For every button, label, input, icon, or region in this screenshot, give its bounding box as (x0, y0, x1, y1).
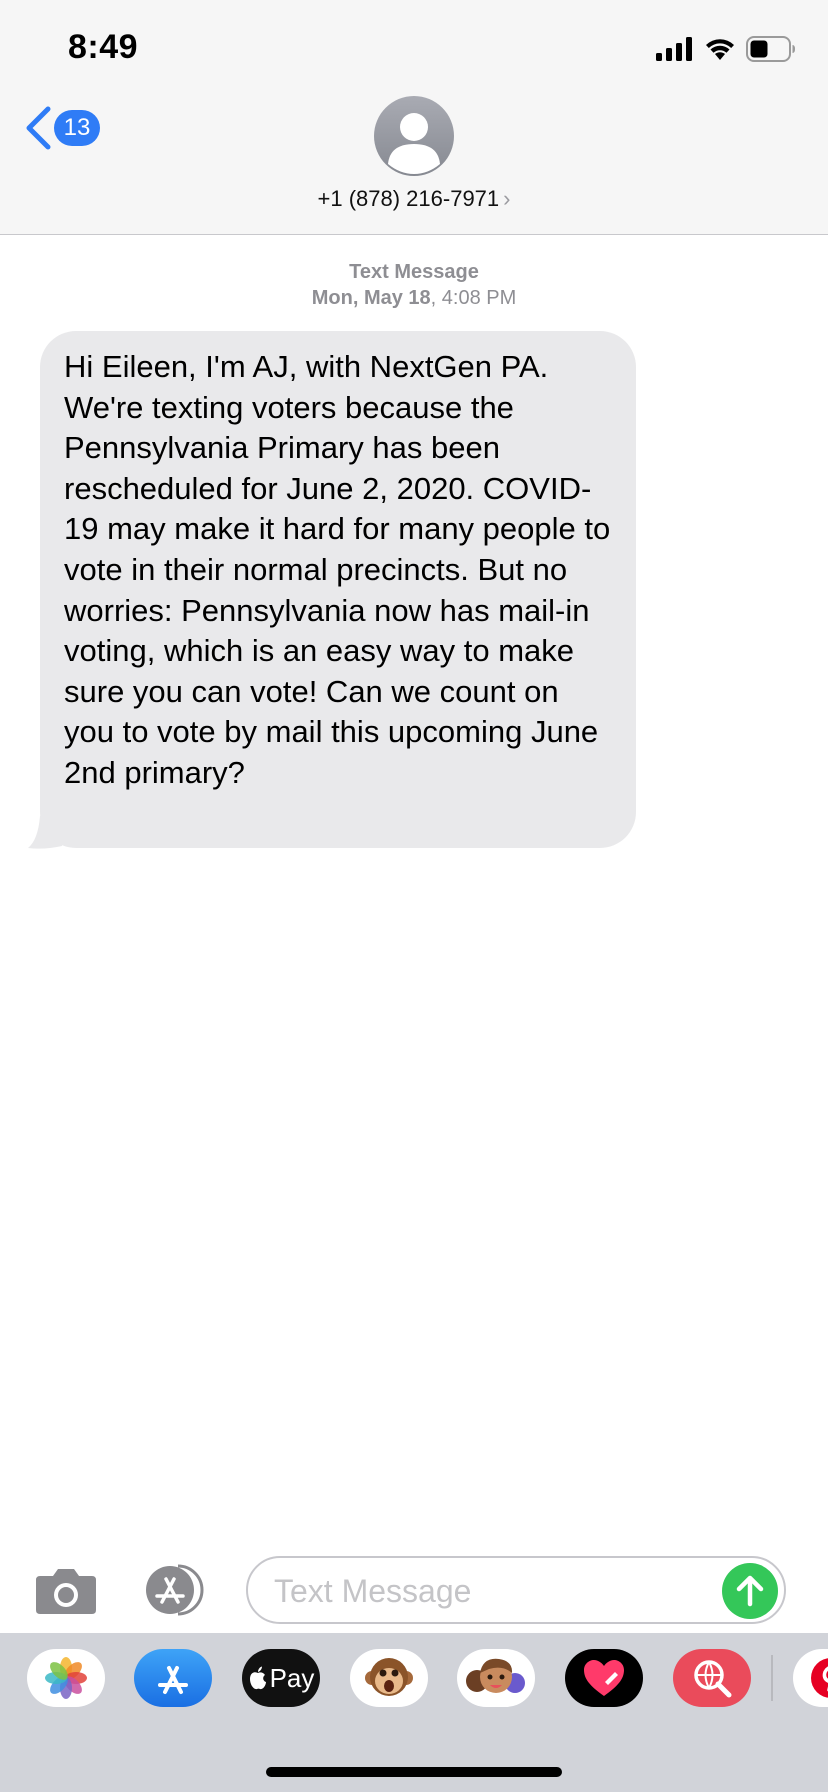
photos-icon (45, 1657, 87, 1699)
message-text: Hi Eileen, I'm AJ, with NextGen PA. We'r… (64, 349, 611, 790)
pinterest-icon (811, 1658, 828, 1698)
message-date: Mon, May 18 (311, 287, 431, 309)
app-memoji[interactable] (457, 1649, 535, 1707)
person-icon (388, 113, 440, 174)
monkey-icon (365, 1658, 413, 1696)
contact-number: +1 (878) 216-7971 (317, 186, 500, 211)
arrow-up-icon (736, 1575, 764, 1607)
memoji-icon (466, 1658, 525, 1693)
app-images-search[interactable] (673, 1649, 751, 1707)
message-composer[interactable] (246, 1556, 786, 1624)
conversation-header: 8:49 13 +1 (878) 216-7971 › (0, 0, 828, 235)
app-apple-pay[interactable]: Pay (242, 1649, 320, 1707)
app-animoji[interactable] (350, 1649, 428, 1707)
heart-icon (584, 1660, 624, 1696)
app-photos[interactable] (27, 1649, 105, 1707)
message-input[interactable] (272, 1568, 706, 1614)
app-pinterest[interactable] (793, 1649, 828, 1707)
apple-pay-label: Pay (269, 1662, 315, 1693)
wifi-icon (706, 39, 734, 60)
app-digital-touch[interactable] (565, 1649, 643, 1707)
apps-button[interactable] (140, 1562, 212, 1623)
send-button[interactable] (722, 1563, 778, 1619)
message-timestamp: Mon, May 18, 4:08 PM (0, 287, 828, 310)
incoming-message-bubble[interactable]: Hi Eileen, I'm AJ, with NextGen PA. We'r… (40, 331, 636, 848)
status-icons (656, 34, 796, 64)
status-time: 8:49 (68, 28, 139, 66)
app-store-icon (146, 1564, 204, 1616)
drawer-divider (771, 1655, 773, 1701)
contact-avatar[interactable] (374, 96, 454, 176)
home-indicator[interactable] (266, 1767, 562, 1777)
camera-icon (36, 1569, 96, 1614)
camera-button[interactable] (34, 1566, 98, 1621)
contact-details-link[interactable]: +1 (878) 216-7971 › (0, 186, 828, 212)
app-store[interactable] (134, 1649, 212, 1707)
cellular-signal-icon (656, 37, 692, 61)
app-store-icon (158, 1666, 188, 1694)
globe-search-icon (694, 1660, 732, 1698)
battery-icon (746, 36, 795, 62)
chevron-right-icon: › (503, 186, 511, 211)
back-button[interactable]: 13 (24, 106, 100, 150)
unread-count-badge: 13 (54, 110, 100, 146)
chevron-left-icon (26, 106, 51, 150)
apple-pay-icon (249, 1666, 266, 1690)
message-service-label: Text Message (349, 261, 479, 283)
message-time: , 4:08 PM (430, 287, 517, 309)
